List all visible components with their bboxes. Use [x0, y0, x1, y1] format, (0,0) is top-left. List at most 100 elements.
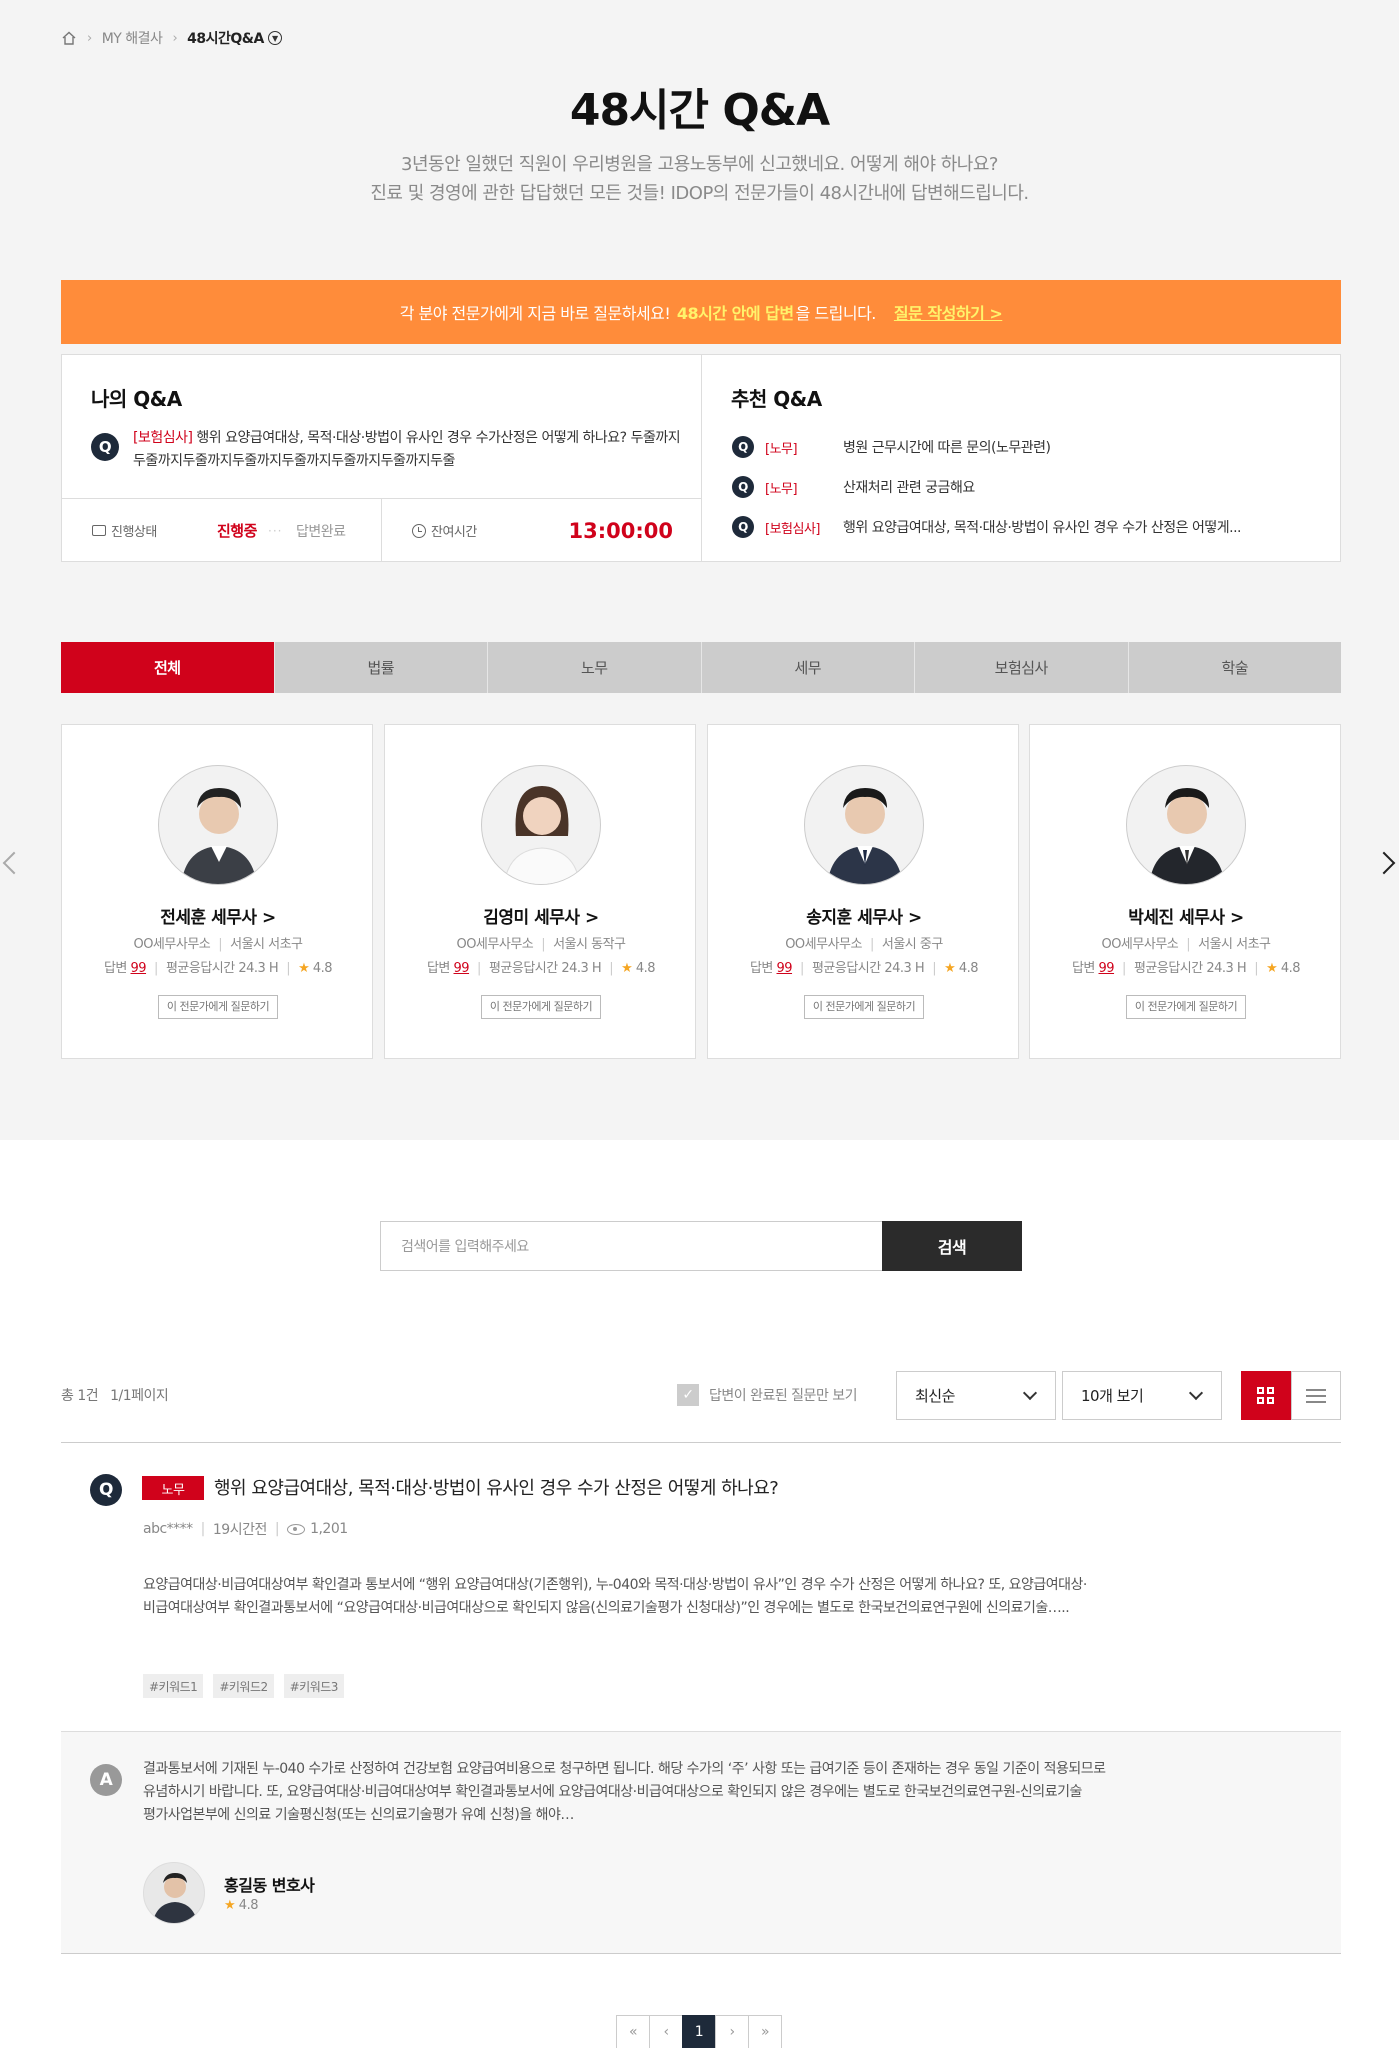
- avg-response: 평균응답시간 24.3 H: [488, 961, 602, 976]
- page-title: 48시간 Q&A: [569, 85, 830, 136]
- eye-icon: [287, 1523, 306, 1535]
- avg-response: 평균응답시간 24.3 H: [811, 961, 925, 976]
- office-name: OO세무사무소: [785, 937, 862, 952]
- keyword-tag[interactable]: #키워드3: [283, 1674, 344, 1698]
- filter-label: 답변이 완료된 질문만 보기: [709, 1388, 858, 1404]
- avatar: [143, 1862, 205, 1924]
- chevron-down-icon[interactable]: ▼: [267, 31, 282, 45]
- tab-insurance[interactable]: 보험심사: [915, 642, 1129, 693]
- my-question-text[interactable]: [보험심사] 행위 요양급여대상, 목적·대상·방법이 유사인 경우 수가산정은…: [133, 427, 681, 473]
- keyword-tag[interactable]: #키워드2: [213, 1674, 274, 1698]
- expert-name[interactable]: 송지훈 세무사 >: [708, 903, 1020, 928]
- breadcrumb-parent[interactable]: MY 해결사: [102, 28, 163, 48]
- ask-expert-button[interactable]: 이 전문가에게 질문하기: [158, 995, 278, 1019]
- status-label: 진행상태: [111, 525, 157, 540]
- total-count: 총 1건: [61, 1388, 99, 1404]
- ask-expert-button[interactable]: 이 전문가에게 질문하기: [1126, 995, 1246, 1019]
- avg-response: 평균응답시간 24.3 H: [165, 961, 279, 976]
- list-item[interactable]: Q [보험심사] 행위 요양급여대상, 목적·대상·방법이 유사인 경우 수가 …: [732, 507, 1322, 547]
- expert-office: OO세무사무소 | 서울시 중구: [785, 937, 943, 952]
- expert-carousel: 전세훈 세무사 > OO세무사무소 | 서울시 서초구 답변 99 | 평균응답시간 2…: [61, 724, 1341, 1059]
- search-input[interactable]: 검색어를 입력해주세요: [380, 1221, 882, 1271]
- question-title[interactable]: 행위 요양급여대상, 목적·대상·방법이 유사인 경우 수가 산정은 어떻게 하…: [214, 1474, 779, 1500]
- office-name: OO세무사무소: [133, 937, 211, 952]
- answers-label: 답변: [1071, 961, 1095, 976]
- checkbox-icon[interactable]: ✓: [677, 1384, 699, 1406]
- view-count: 1,201: [310, 1521, 348, 1537]
- rec-tag: [노무]: [765, 441, 798, 457]
- tab-all[interactable]: 전체: [61, 642, 275, 693]
- grid-view-button[interactable]: [1241, 1371, 1291, 1420]
- expert-card[interactable]: 송지훈 세무사 > OO세무사무소 | 서울시 중구 답변 99 | 평균응답시간 24…: [707, 724, 1019, 1059]
- rec-text[interactable]: 산재처리 관련 궁금해요: [843, 477, 975, 497]
- answer-body: 결과통보서에 기재된 누-040 수가로 산정하여 건강보험 요양급여비용으로 …: [143, 1758, 1223, 1827]
- keyword-tag[interactable]: #키워드1: [143, 1674, 204, 1698]
- description-line: 진료 및 경영에 관한 답답했던 모든 것들! IDOP의 전문가들이 48시간…: [370, 183, 1029, 204]
- tab-tax[interactable]: 세무: [702, 642, 915, 693]
- expert-stats: 답변 99 | 평균응답시간 24.3 H | ★ 4.8: [103, 961, 333, 976]
- avatar: [1126, 765, 1246, 885]
- category-badge: 노무: [142, 1476, 204, 1500]
- answers-label: 답변: [103, 961, 127, 976]
- rec-text[interactable]: 병원 근무시간에 따른 문의(노무관련): [843, 437, 1051, 457]
- list-icon: [1306, 1388, 1326, 1403]
- list-item[interactable]: Q [노무] 병원 근무시간에 따른 문의(노무관련): [732, 427, 1322, 467]
- answer-box: A 결과통보서에 기재된 누-040 수가로 산정하여 건강보험 요양급여비용으…: [61, 1731, 1341, 1954]
- pagination: « ‹ 1 › »: [616, 2015, 782, 2048]
- expert-office: OO세무사무소 | 서울시 서초구: [1101, 937, 1271, 952]
- expert-name[interactable]: 박세진 세무사 >: [1030, 903, 1342, 928]
- answer-count: 99: [453, 961, 470, 976]
- last-page-button[interactable]: »: [748, 2015, 782, 2048]
- list-item[interactable]: Q [노무] 산재처리 관련 궁금해요: [732, 467, 1322, 507]
- remain-label: 잔여시간: [431, 525, 477, 540]
- keyword-tags: #키워드1 #키워드2 #키워드3: [143, 1674, 354, 1698]
- star-icon: ★: [944, 961, 956, 976]
- expert-name[interactable]: 김영미 세무사 >: [385, 903, 697, 928]
- list-view-button[interactable]: [1291, 1371, 1341, 1420]
- expert-stats: 답변 99 | 평균응답시간 24.3 H | ★ 4.8: [426, 961, 656, 976]
- status-answered: 답변완료: [296, 523, 346, 540]
- prev-page-button[interactable]: ‹: [649, 2015, 683, 2048]
- description-line: 3년동안 일했던 직원이 우리병원을 고용노동부에 신고했네요. 어떻게 해야 …: [401, 154, 998, 175]
- sort-select[interactable]: 최신순: [896, 1371, 1056, 1420]
- author: abc****: [143, 1521, 193, 1537]
- answer-expert-name[interactable]: 홍길동 변호사: [224, 1872, 315, 1896]
- avatar: [158, 765, 278, 885]
- per-page-select[interactable]: 10개 보기: [1062, 1371, 1222, 1420]
- breadcrumb-current: 48시간Q&A: [187, 31, 264, 47]
- expert-card[interactable]: 박세진 세무사 > OO세무사무소 | 서울시 서초구 답변 99 | 평균응답시간 2…: [1029, 724, 1341, 1059]
- office-region: 서울시 서초구: [230, 937, 303, 952]
- question-icon: Q: [732, 476, 754, 498]
- question-icon: Q: [90, 1474, 122, 1506]
- breadcrumb-separator: ›: [172, 30, 178, 46]
- rating-value: 4.8: [238, 1898, 259, 1913]
- expert-name[interactable]: 전세훈 세무사 >: [62, 903, 374, 928]
- office-region: 서울시 서초구: [1198, 937, 1271, 952]
- my-question-body: 행위 요양급여대상, 목적·대상·방법이 유사인 경우 수가산정은 어떻게 하나…: [133, 430, 681, 469]
- status-dots: ···: [268, 523, 283, 538]
- next-page-button[interactable]: ›: [715, 2015, 749, 2048]
- expert-card[interactable]: 전세훈 세무사 > OO세무사무소 | 서울시 서초구 답변 99 | 평균응답시간 2…: [61, 724, 373, 1059]
- ask-banner: 각 분야 전문가에게 지금 바로 질문하세요! 48시간 안에 답변 을 드립니…: [61, 280, 1341, 344]
- ask-expert-button[interactable]: 이 전문가에게 질문하기: [804, 995, 924, 1019]
- question-icon: Q: [91, 433, 119, 461]
- tab-law[interactable]: 법률: [275, 642, 488, 693]
- progress-status: 진행상태 진행중 ··· 답변완료: [62, 499, 382, 562]
- rec-text[interactable]: 행위 요양급여대상, 목적·대상·방법이 유사인 경우 수가 산정은 어떻게..…: [843, 517, 1242, 537]
- office-name: OO세무사무소: [456, 937, 534, 952]
- search-button[interactable]: 검색: [882, 1221, 1022, 1271]
- my-question[interactable]: Q [보험심사] 행위 요양급여대상, 목적·대상·방법이 유사인 경우 수가산…: [91, 427, 681, 473]
- rec-qa-list: Q [노무] 병원 근무시간에 따른 문의(노무관련) Q [노무] 산재처리 …: [732, 427, 1322, 547]
- page-button[interactable]: 1: [682, 2015, 716, 2048]
- answered-only-filter[interactable]: ✓ 답변이 완료된 질문만 보기: [677, 1384, 858, 1406]
- tab-academic[interactable]: 학술: [1129, 642, 1342, 693]
- write-question-link[interactable]: 질문 작성하기 >: [894, 300, 1003, 324]
- expert-card[interactable]: 김영미 세무사 > OO세무사무소 | 서울시 동작구 답변 99 | 평균응답시간 2…: [384, 724, 696, 1059]
- avatar: [804, 765, 924, 885]
- ask-expert-button[interactable]: 이 전문가에게 질문하기: [481, 995, 601, 1019]
- recommended-qa-panel: 추천 Q&A Q [노무] 병원 근무시간에 따른 문의(노무관련) Q [노무…: [702, 355, 1340, 561]
- star-icon: ★: [224, 1898, 236, 1913]
- home-icon[interactable]: [61, 31, 77, 45]
- first-page-button[interactable]: «: [616, 2015, 650, 2048]
- tab-labor[interactable]: 노무: [488, 642, 702, 693]
